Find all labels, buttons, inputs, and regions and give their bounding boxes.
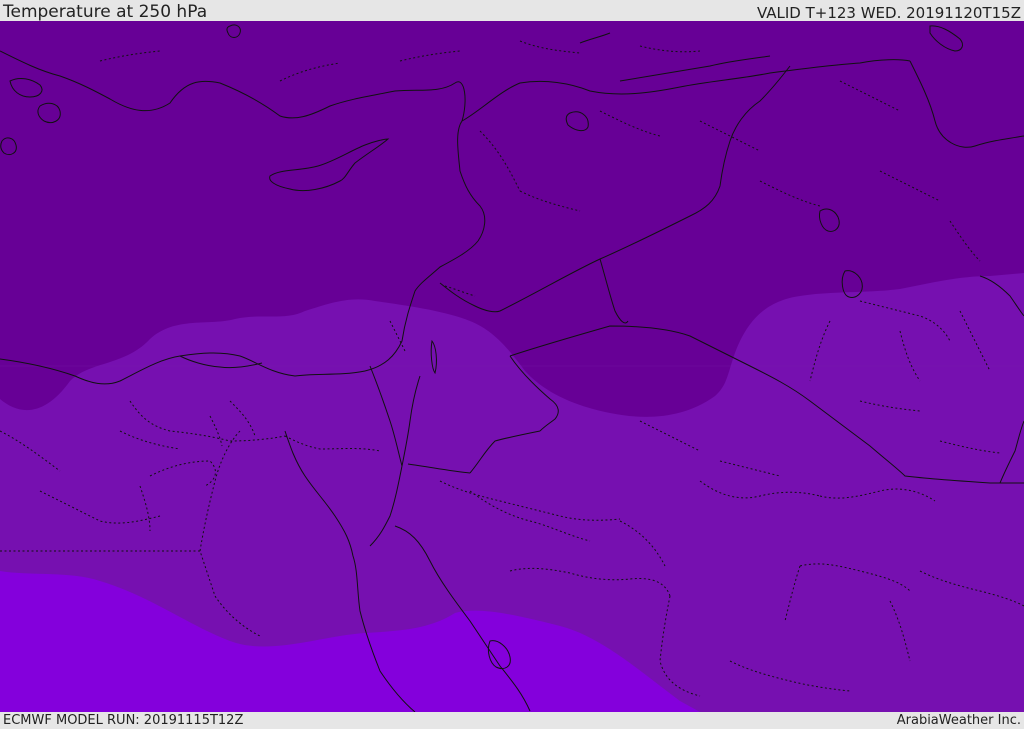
credit-label: ArabiaWeather Inc. xyxy=(896,713,1021,728)
map-svg xyxy=(0,21,1024,712)
valid-time-label: VALID T+123 WED. 20191120T15Z xyxy=(756,4,1021,22)
model-run-label: ECMWF MODEL RUN: 20191115T12Z xyxy=(3,713,244,728)
map-title: Temperature at 250 hPa xyxy=(3,2,208,22)
map-canvas[interactable] xyxy=(0,21,1024,712)
weather-map-frame: Temperature at 250 hPa VALID T+123 WED. … xyxy=(0,0,1024,729)
